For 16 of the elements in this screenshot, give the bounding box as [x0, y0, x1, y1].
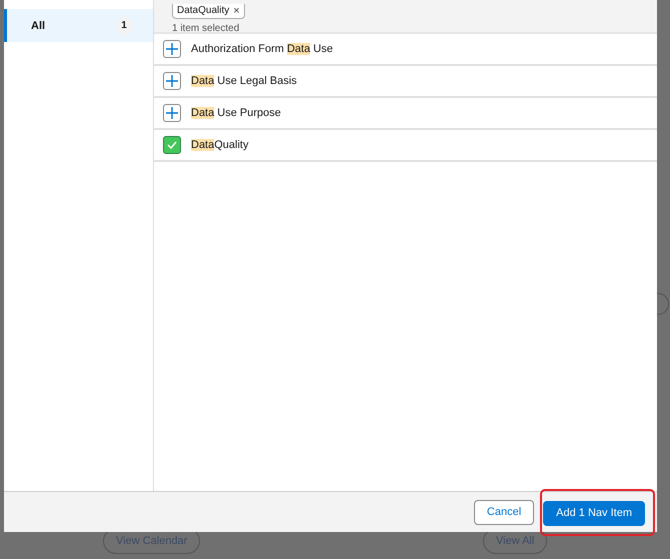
- item-label: Data Use Legal Basis: [191, 75, 297, 87]
- selection-summary: 1 item selected: [172, 22, 240, 34]
- item-label: Data Use Purpose: [191, 107, 281, 119]
- remove-button[interactable]: ×: [233, 4, 240, 16]
- add-icon[interactable]: [163, 104, 181, 122]
- pill-label: DataQuality: [177, 5, 230, 16]
- item-label: DataQuality: [191, 139, 248, 151]
- check-icon[interactable]: [163, 136, 181, 154]
- sidebar-item[interactable]: All 1: [4, 9, 153, 42]
- cancel-button[interactable]: Cancel: [474, 500, 534, 524]
- add-button[interactable]: Add 1 Nav Item: [543, 500, 645, 526]
- item-count: 1: [115, 16, 133, 34]
- add-icon[interactable]: [163, 40, 181, 58]
- sidebar-label: All: [31, 20, 46, 32]
- item-label: Authorization Form Data Use: [191, 43, 333, 55]
- add-icon[interactable]: [163, 72, 181, 90]
